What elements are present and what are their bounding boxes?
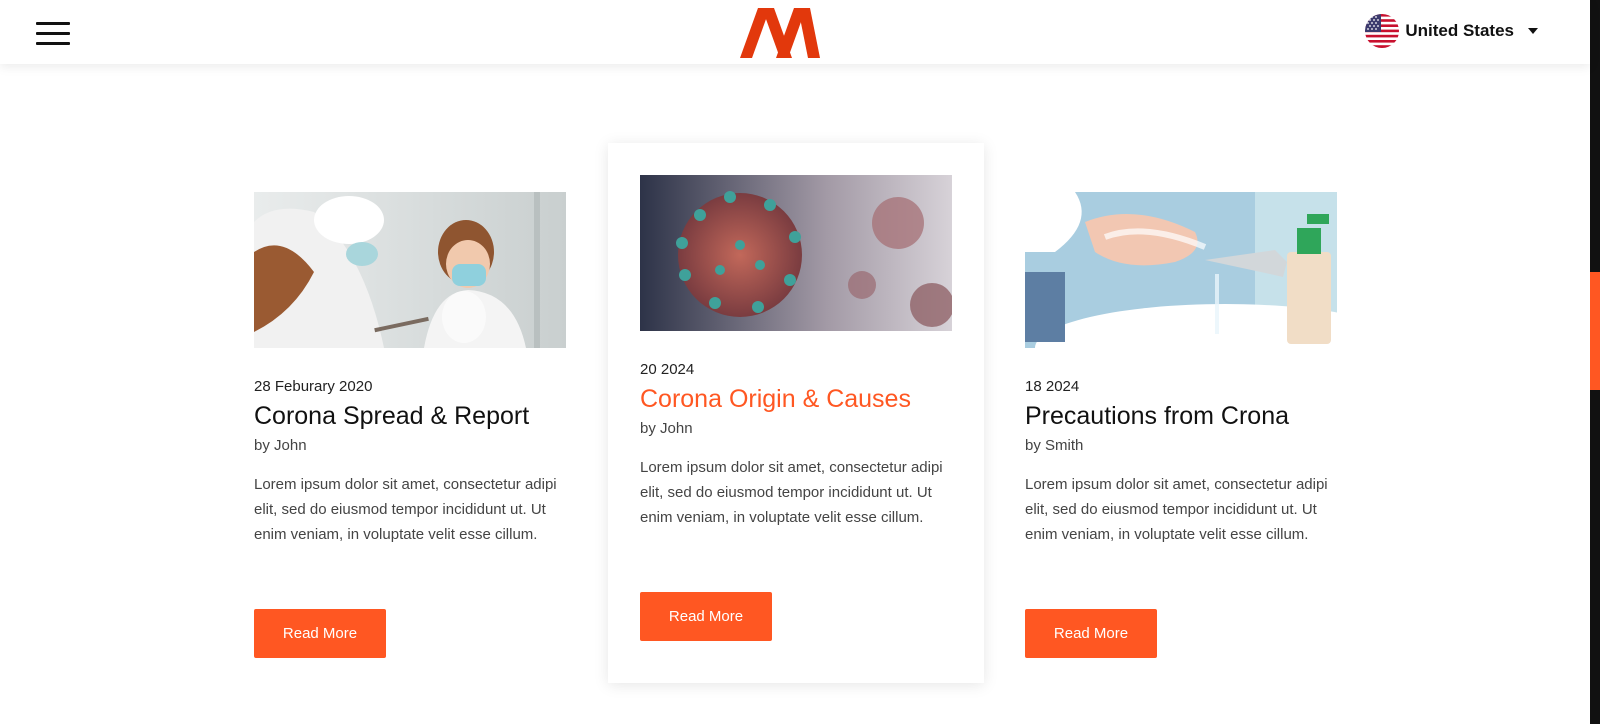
blog-card: 28 Feburary 2020 Corona Spread & Report … [228, 143, 604, 673]
scrollbar-thumb[interactable] [1590, 272, 1600, 390]
card-excerpt: Lorem ipsum dolor sit amet, consectetur … [1025, 476, 1328, 543]
country-label: United States [1405, 21, 1514, 40]
read-more-button[interactable]: Read More [640, 592, 772, 641]
doctor-child-mask-image [254, 192, 566, 348]
card-title[interactable]: Corona Origin & Causes [640, 385, 911, 414]
card-author: by John [640, 420, 693, 437]
country-selector[interactable]: United States [1365, 14, 1538, 48]
caret-down-icon [1528, 28, 1538, 34]
card-date: 18 2024 [1025, 378, 1080, 395]
blog-card: 18 2024 Precautions from Crona by Smith … [998, 143, 1374, 673]
card-date: 20 2024 [640, 361, 695, 378]
card-excerpt: Lorem ipsum dolor sit amet, consectetur … [640, 459, 943, 526]
coronavirus-particle-image [640, 175, 952, 331]
card-title[interactable]: Corona Spread & Report [254, 402, 529, 431]
hamburger-menu-icon[interactable] [36, 22, 70, 46]
hand-washing-image [1025, 192, 1337, 348]
scrollbar[interactable] [1590, 0, 1600, 724]
read-more-button[interactable]: Read More [254, 609, 386, 658]
card-date: 28 Feburary 2020 [254, 378, 373, 395]
brand-logo-icon[interactable] [740, 8, 820, 58]
card-title[interactable]: Precautions from Crona [1025, 402, 1289, 431]
blog-card: 20 2024 Corona Origin & Causes by John L… [608, 143, 984, 683]
card-author: by Smith [1025, 437, 1084, 454]
card-author: by John [254, 437, 307, 454]
read-more-button[interactable]: Read More [1025, 609, 1157, 658]
us-flag-icon [1365, 14, 1400, 48]
top-header: United States [0, 0, 1590, 64]
card-excerpt: Lorem ipsum dolor sit amet, consectetur … [254, 476, 557, 543]
